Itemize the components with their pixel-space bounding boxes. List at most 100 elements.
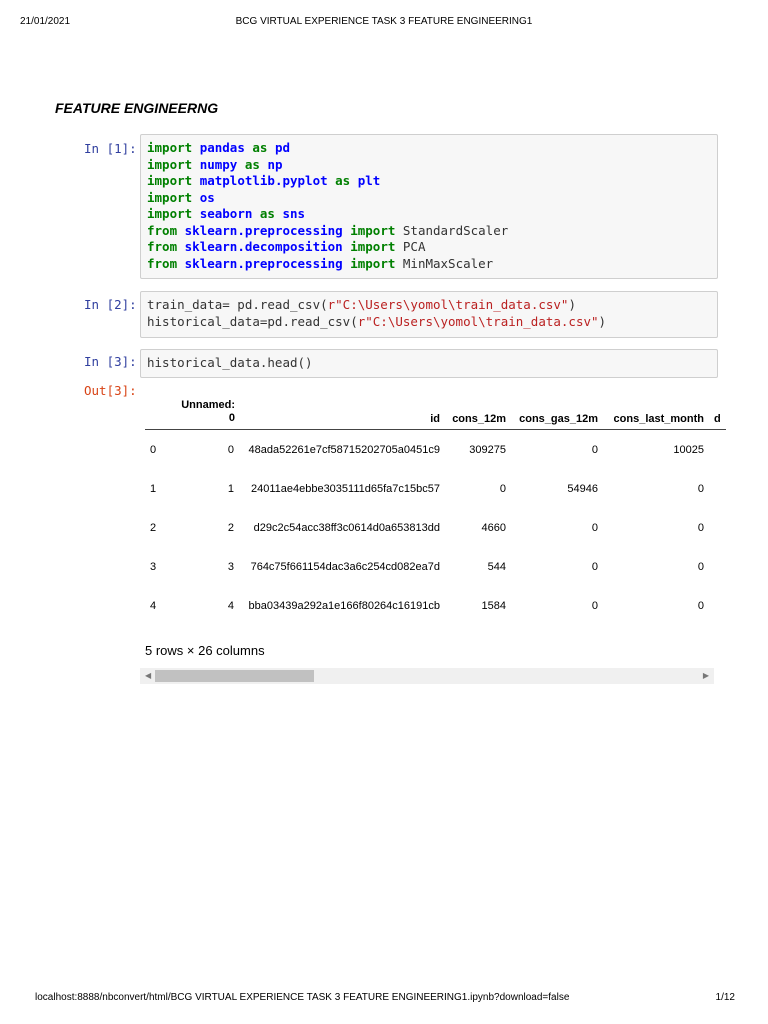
table-summary: 5 rows × 26 columns: [145, 643, 265, 658]
table-cell: 1584: [481, 599, 506, 612]
code-name: sklearn.preprocessing: [184, 222, 343, 238]
table-cell: 1: [227, 482, 234, 495]
code-line: from sklearn.preprocessing import MinMax…: [147, 256, 711, 273]
code-text: MinMaxScaler: [395, 255, 494, 271]
code-keyword: as: [259, 206, 275, 221]
code-text: StandardScaler: [395, 222, 509, 238]
col-header-index: [145, 397, 175, 430]
code-name: matplotlib.pyplot: [199, 173, 328, 188]
code-name: sns: [282, 206, 306, 221]
code-string: r"C:\Users\yomol\train_data.csv": [327, 297, 569, 312]
table-cell: 24011ae4ebbe3035111d65fa7c15bc57: [250, 482, 440, 495]
cell-3-prompt: In [3]:: [84, 354, 137, 369]
code-keyword: import: [350, 239, 396, 254]
table-cell: 4: [227, 599, 234, 612]
table-cell: 0: [697, 521, 704, 534]
table-cell: [709, 586, 726, 625]
code-keyword: as: [335, 173, 351, 188]
table-row: 2 2 d29c2c54acc38ff3c0614d0a653813dd 4660 0 0: [145, 508, 726, 547]
code-line: historical_data=pd.read_csv(r"C:\Users\y…: [147, 314, 711, 331]
col-header-d: d: [709, 397, 726, 430]
code-cell-1[interactable]: import pandas as pd import numpy as np imp…: [140, 134, 718, 279]
code-text: ): [568, 297, 576, 312]
code-text: historical_data=pd.read_csv(: [147, 313, 358, 329]
code-keyword: import: [350, 222, 396, 238]
code-keyword: import: [147, 206, 193, 221]
col-header-cons-gas-12m: cons_gas_12m: [511, 397, 603, 430]
code-keyword: import: [147, 156, 193, 172]
scroll-left-icon[interactable]: ◀: [145, 671, 151, 680]
code-keyword: from: [147, 239, 178, 254]
table-cell: [709, 469, 726, 508]
table-row: 4 4 bba03439a292a1e166f80264c16191cb 1584 0 0: [145, 586, 726, 625]
table-cell: 544: [487, 560, 506, 573]
page-title: FEATURE ENGINEERNG: [55, 100, 219, 116]
code-text: PCA: [395, 239, 426, 254]
code-keyword: import: [147, 189, 193, 205]
code-name: plt: [357, 173, 381, 188]
code-name: os: [199, 189, 215, 205]
table-cell: 48ada52261e7cf58715202705a0451c9: [248, 443, 440, 456]
table-cell: 0: [697, 482, 704, 495]
code-line: import os: [147, 190, 711, 207]
table-row: 0 0 48ada52261e7cf58715202705a0451c9 309275…: [145, 430, 726, 470]
scrollbar-thumb[interactable]: [155, 670, 314, 682]
table-cell: 0: [591, 560, 598, 573]
table-cell: 3: [227, 560, 234, 573]
code-text: historical_data.head(): [147, 355, 313, 370]
code-line: import numpy as np: [147, 157, 711, 174]
code-line: import seaborn as sns: [147, 206, 711, 223]
code-keyword: import: [147, 173, 193, 188]
code-name: sklearn.preprocessing: [184, 255, 343, 271]
print-title: BCG VIRTUAL EXPERIENCE TASK 3 FEATURE EN…: [235, 16, 533, 27]
code-line: import matplotlib.pyplot as plt: [147, 173, 711, 190]
table-cell: 764c75f661154dac3a6c254cd082ea7d: [250, 560, 440, 573]
table-cell: 0: [499, 482, 506, 495]
code-keyword: from: [147, 255, 178, 271]
col-header-id: id: [239, 397, 445, 430]
table-cell: 4660: [481, 521, 506, 534]
code-name: numpy: [199, 156, 238, 172]
table-cell: 0: [227, 443, 234, 456]
code-cell-2[interactable]: train_data= pd.read_csv(r"C:\Users\yomol…: [140, 291, 718, 338]
table-cell: [709, 430, 726, 470]
code-keyword: from: [147, 222, 178, 238]
code-keyword: as: [244, 156, 260, 172]
table-cell: bba03439a292a1e166f80264c16191cb: [248, 599, 440, 612]
table-cell: 0: [697, 560, 704, 573]
table-cell: 4: [150, 599, 157, 612]
code-line: historical_data.head(): [147, 355, 711, 372]
code-keyword: import: [147, 140, 193, 155]
table-cell: 2: [227, 521, 234, 534]
table-cell: 54946: [567, 482, 598, 495]
table-cell: 10025: [673, 443, 704, 456]
cell-1-prompt: In [1]:: [84, 141, 137, 156]
code-line: from sklearn.preprocessing import Standa…: [147, 223, 711, 240]
table-cell: 0: [591, 443, 598, 456]
scroll-right-icon[interactable]: ▶: [703, 671, 709, 680]
table-cell: 309275: [469, 443, 506, 456]
code-name: np: [267, 156, 283, 172]
cell-2-prompt: In [2]:: [84, 297, 137, 312]
table-cell: 0: [591, 521, 598, 534]
code-name: pd: [274, 140, 291, 155]
output-3-prompt: Out[3]:: [84, 383, 137, 398]
horizontal-scrollbar[interactable]: ◀ ▶: [140, 668, 714, 684]
col-header-unnamed: Unnamed: 0: [175, 397, 239, 430]
table-cell: 1: [150, 482, 157, 495]
code-cell-3[interactable]: historical_data.head(): [140, 349, 718, 378]
col-header-cons-12m: cons_12m: [445, 397, 511, 430]
code-keyword: import: [350, 255, 396, 271]
code-string: r"C:\Users\yomol\train_data.csv": [357, 313, 599, 329]
table-row: 1 1 24011ae4ebbe3035111d65fa7c15bc57 0 54946…: [145, 469, 726, 508]
